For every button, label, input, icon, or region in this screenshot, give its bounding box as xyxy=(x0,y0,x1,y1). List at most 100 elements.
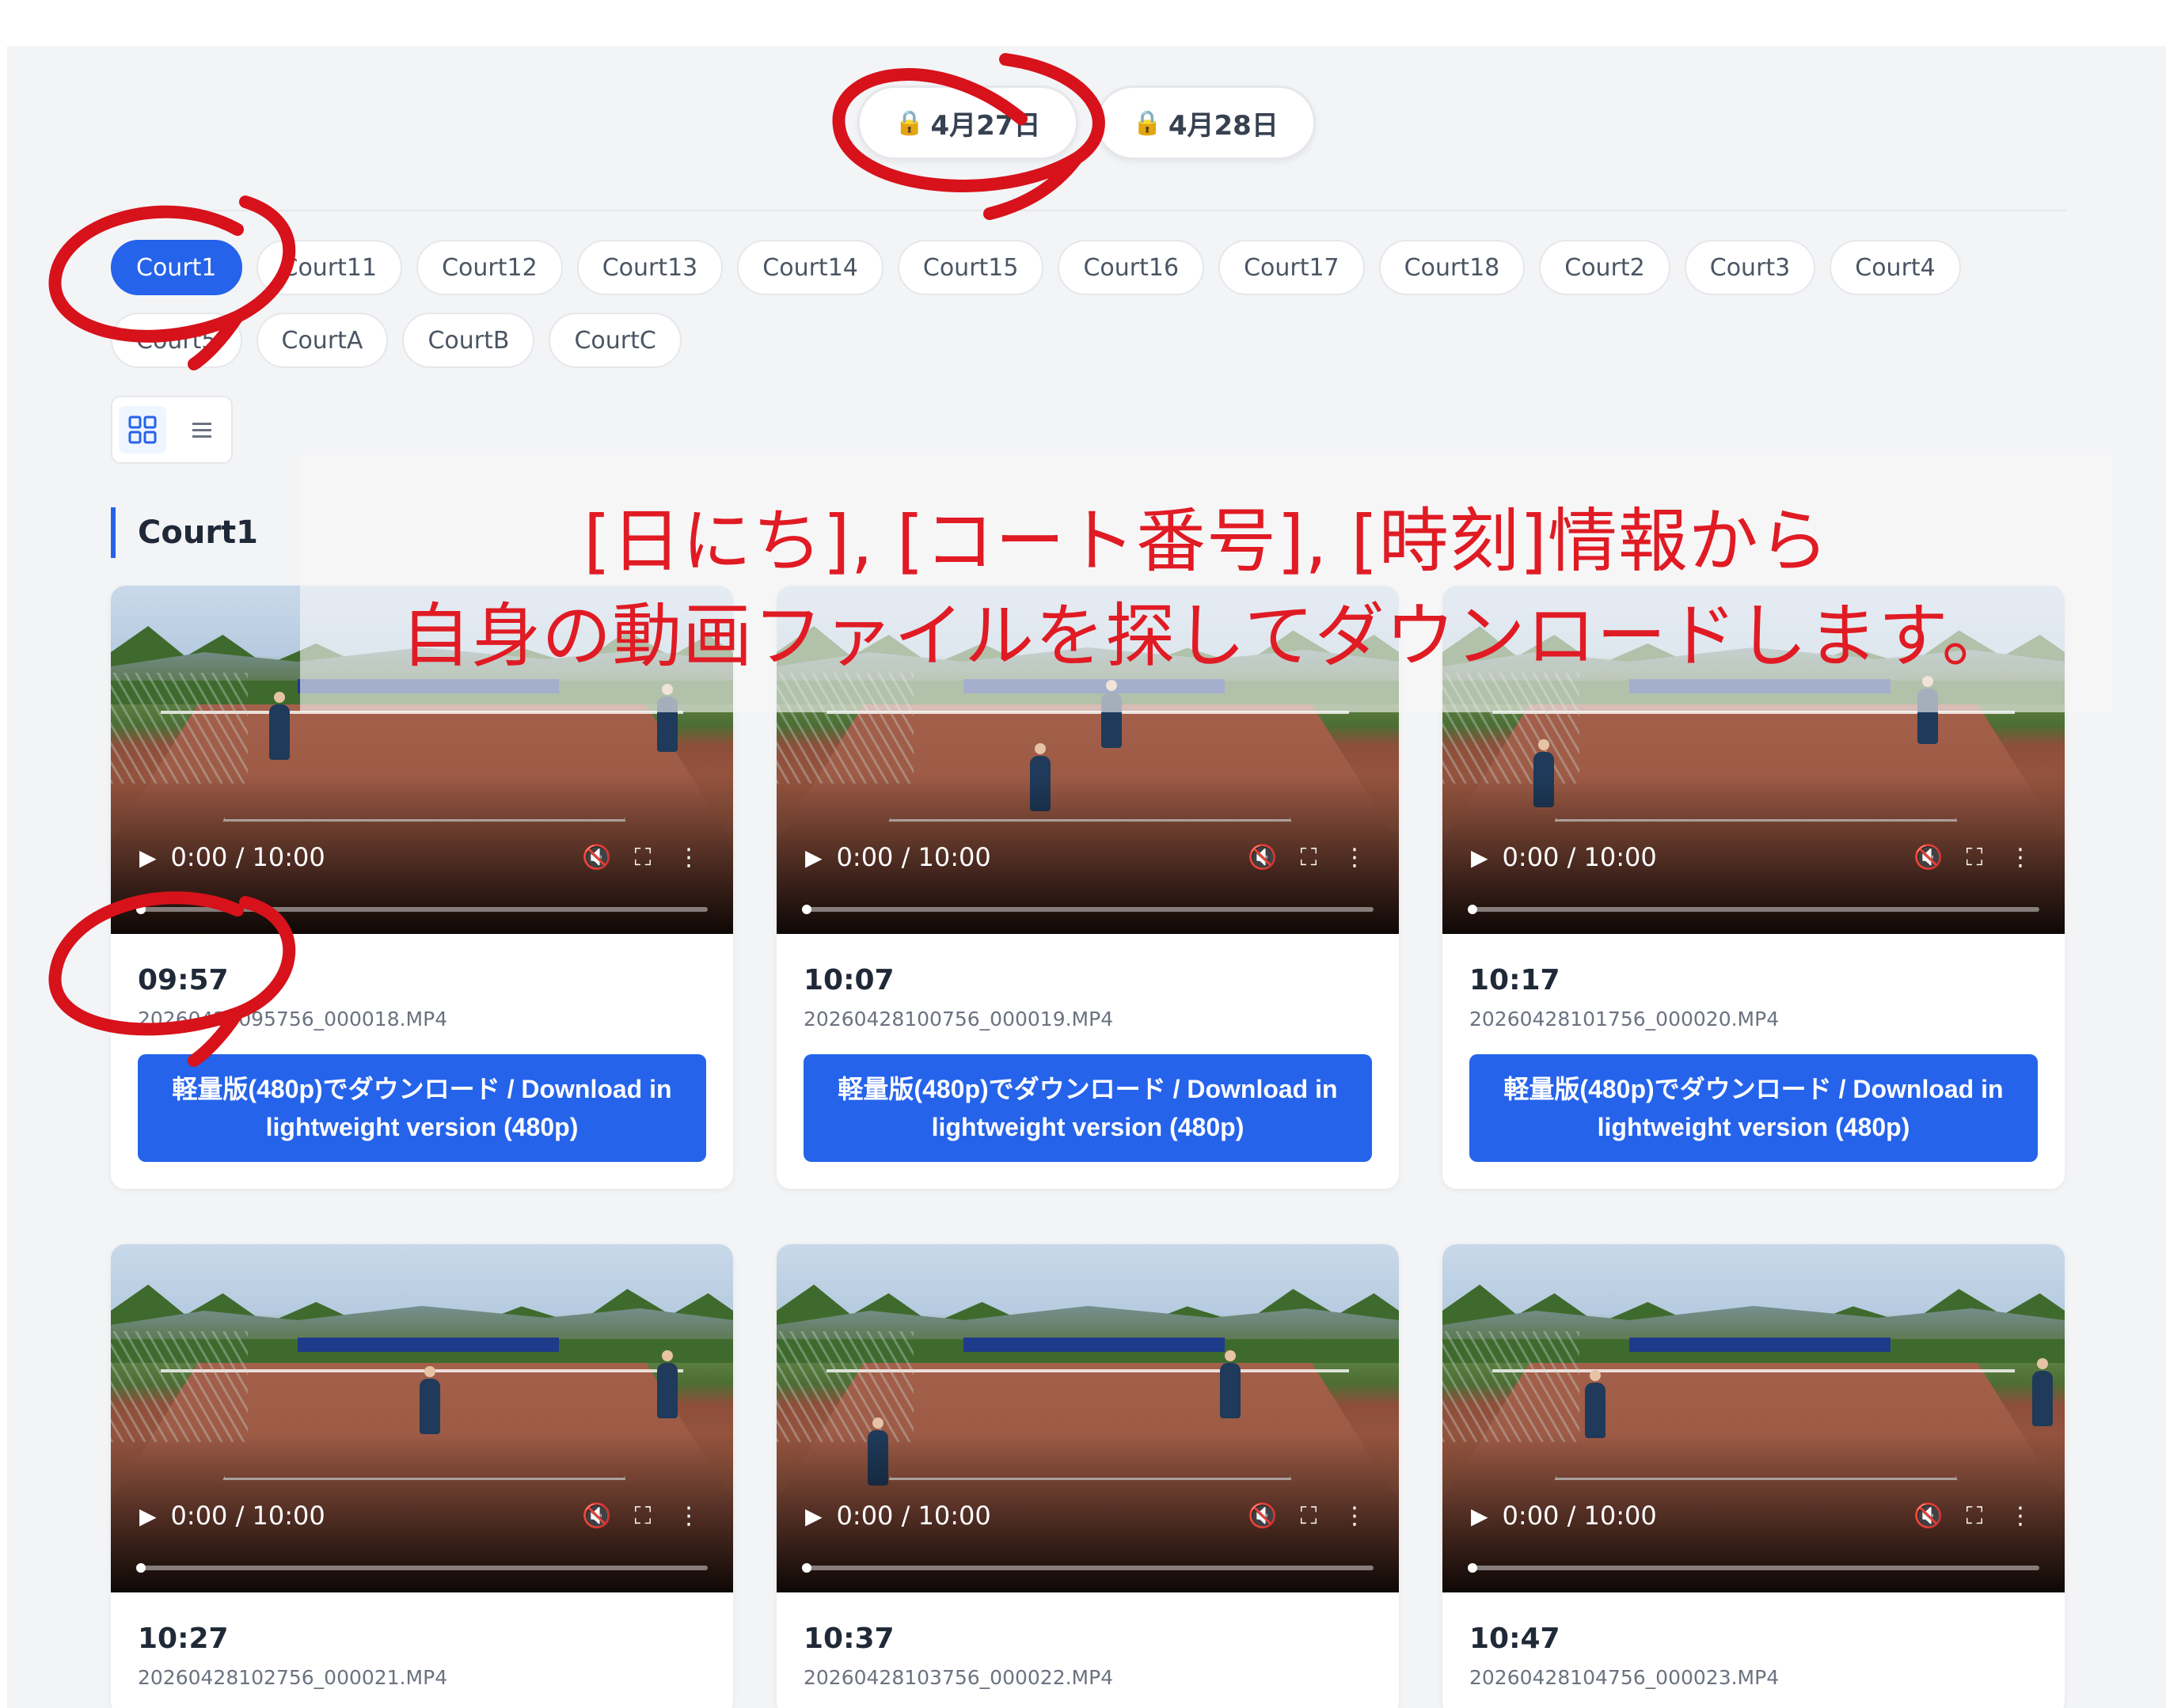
time-display: 0:00 / 10:00 xyxy=(170,842,325,872)
download-button[interactable]: 軽量版(480p)でダウンロード / Download in lightweigh… xyxy=(1469,1054,2038,1162)
download-button[interactable]: 軽量版(480p)でダウンロード / Download in lightweigh… xyxy=(138,1054,706,1162)
date-tab-label: 4月27日 xyxy=(930,109,1041,142)
download-button[interactable]: 軽量版(480p)でダウンロード / Download in lightweigh… xyxy=(804,1054,1372,1162)
video-player[interactable]: ▶ 0:00 / 10:00 🔇 ⛶ ⋮ xyxy=(111,1244,733,1592)
scene-fence xyxy=(777,1331,914,1442)
download-label-line-2: lightweight version (480p) xyxy=(931,1113,1244,1141)
mute-icon[interactable]: 🔇 xyxy=(1913,844,1944,871)
video-controls: ▶ 0:00 / 10:00 🔇 ⛶ ⋮ xyxy=(111,1490,733,1592)
video-filename: 20260428095756_000018.MP4 xyxy=(138,1008,448,1030)
court-pill-court5[interactable]: Court5 xyxy=(111,313,242,368)
player-figure xyxy=(2032,1358,2053,1426)
date-tab-0427[interactable]: 🔒 4月27日 xyxy=(857,85,1078,160)
court-pill-court17[interactable]: Court17 xyxy=(1218,240,1365,295)
court-pill-court16[interactable]: Court16 xyxy=(1058,240,1205,295)
court-pill-court18[interactable]: Court18 xyxy=(1378,240,1526,295)
video-time: 10:27 xyxy=(138,1623,229,1655)
progress-bar[interactable] xyxy=(136,1563,708,1573)
fullscreen-icon[interactable]: ⛶ xyxy=(1293,844,1324,871)
play-icon[interactable]: ▶ xyxy=(139,1503,157,1529)
date-tabs: 🔒 4月27日 🔒 4月28日 xyxy=(7,85,2166,160)
more-options-icon[interactable]: ⋮ xyxy=(2004,1502,2036,1530)
progress-handle[interactable] xyxy=(136,905,146,914)
mute-icon[interactable]: 🔇 xyxy=(1247,844,1279,871)
court-pill-courtc[interactable]: CourtC xyxy=(549,313,682,368)
video-filename: 20260428104756_000023.MP4 xyxy=(1469,1666,1780,1689)
progress-handle[interactable] xyxy=(1468,1563,1477,1573)
video-player[interactable]: ▶ 0:00 / 10:00 🔇 ⛶ ⋮ xyxy=(777,1244,1399,1592)
scene-fence xyxy=(1442,1331,1579,1442)
progress-bar[interactable] xyxy=(136,905,708,914)
download-label-line-2: lightweight version (480p) xyxy=(265,1113,579,1141)
court-pill-court13[interactable]: Court13 xyxy=(576,240,724,295)
court-pill-court12[interactable]: Court12 xyxy=(416,240,563,295)
fullscreen-icon[interactable]: ⛶ xyxy=(627,1502,659,1530)
court-pill-court4[interactable]: Court4 xyxy=(1830,240,1961,295)
play-icon[interactable]: ▶ xyxy=(805,1503,823,1529)
scene-banner xyxy=(963,1338,1225,1352)
more-options-icon[interactable]: ⋮ xyxy=(673,1502,705,1530)
court-pill-court15[interactable]: Court15 xyxy=(897,240,1044,295)
download-label-line-2: lightweight version (480p) xyxy=(1597,1113,1910,1141)
video-player[interactable]: ▶ 0:00 / 10:00 🔇 ⛶ ⋮ xyxy=(1442,1244,2065,1592)
date-tab-label: 4月28日 xyxy=(1168,109,1279,142)
court-filter: Court1 Court11 Court12 Court13 Court14 C… xyxy=(111,240,2098,368)
court-pill-courta[interactable]: CourtA xyxy=(256,313,389,368)
list-view-button[interactable] xyxy=(178,406,226,454)
more-options-icon[interactable]: ⋮ xyxy=(1339,844,1370,871)
video-time: 10:47 xyxy=(1469,1623,1560,1655)
video-time: 09:57 xyxy=(138,964,229,996)
card-body: 10:47 20260428104756_000023.MP4 xyxy=(1442,1592,2065,1708)
card-body: 10:17 20260428101756_000020.MP4 軽量版(480p… xyxy=(1442,934,2065,1189)
list-view-icon xyxy=(192,423,211,438)
court-pill-court11[interactable]: Court11 xyxy=(256,240,403,295)
mute-icon[interactable]: 🔇 xyxy=(1247,1502,1279,1530)
court-pill-courtb[interactable]: CourtB xyxy=(402,313,535,368)
mute-icon[interactable]: 🔇 xyxy=(1913,1502,1944,1530)
grid-view-button[interactable] xyxy=(118,406,166,454)
progress-handle[interactable] xyxy=(1468,905,1477,914)
fullscreen-icon[interactable]: ⛶ xyxy=(627,844,659,871)
download-label-line-1: 軽量版(480p)でダウンロード / Download in xyxy=(1503,1075,2004,1103)
progress-handle[interactable] xyxy=(136,1563,146,1573)
control-row: ▶ 0:00 / 10:00 🔇 ⛶ ⋮ xyxy=(805,1496,1370,1535)
fullscreen-icon[interactable]: ⛶ xyxy=(1959,1502,1990,1530)
play-icon[interactable]: ▶ xyxy=(1471,1503,1488,1529)
card-body: 10:37 20260428103756_000022.MP4 xyxy=(777,1592,1399,1708)
card-body: 09:57 20260428095756_000018.MP4 軽量版(480p… xyxy=(111,934,733,1189)
fullscreen-icon[interactable]: ⛶ xyxy=(1959,844,1990,871)
court-pill-court3[interactable]: Court3 xyxy=(1684,240,1816,295)
mute-icon[interactable]: 🔇 xyxy=(581,1502,613,1530)
video-filename: 20260428100756_000019.MP4 xyxy=(804,1008,1114,1030)
lock-icon: 🔒 xyxy=(1132,108,1162,137)
court-pill-court14[interactable]: Court14 xyxy=(737,240,884,295)
play-icon[interactable]: ▶ xyxy=(139,845,157,871)
more-options-icon[interactable]: ⋮ xyxy=(1339,1502,1370,1530)
download-label: 軽量版(480p)でダウンロード / Download in lightweigh… xyxy=(1503,1070,2003,1146)
more-options-icon[interactable]: ⋮ xyxy=(673,844,705,871)
progress-handle[interactable] xyxy=(802,1563,811,1573)
annotation-line-2: 自身の動画ファイルを探してダウンロードします。 xyxy=(401,595,2012,677)
play-icon[interactable]: ▶ xyxy=(805,845,823,871)
video-controls: ▶ 0:00 / 10:00 🔇 ⛶ ⋮ xyxy=(1442,1490,2065,1592)
mute-icon[interactable]: 🔇 xyxy=(581,844,613,871)
progress-bar[interactable] xyxy=(802,1563,1374,1573)
date-tab-0428[interactable]: 🔒 4月28日 xyxy=(1095,85,1316,160)
player-figure xyxy=(269,692,290,760)
play-icon[interactable]: ▶ xyxy=(1471,845,1488,871)
progress-bar[interactable] xyxy=(1468,905,2039,914)
court-pill-court2[interactable]: Court2 xyxy=(1539,240,1670,295)
page: 🔒 4月27日 🔒 4月28日 Court1 Court11 Court12 C… xyxy=(7,46,2166,1708)
download-label: 軽量版(480p)でダウンロード / Download in lightweigh… xyxy=(838,1070,1337,1146)
more-options-icon[interactable]: ⋮ xyxy=(2004,844,2036,871)
progress-handle[interactable] xyxy=(802,905,811,914)
control-row: ▶ 0:00 / 10:00 🔇 ⛶ ⋮ xyxy=(1471,837,2036,877)
control-row: ▶ 0:00 / 10:00 🔇 ⛶ ⋮ xyxy=(139,1496,705,1535)
download-label: 軽量版(480p)でダウンロード / Download in lightweigh… xyxy=(172,1070,671,1146)
video-filename: 20260428101756_000020.MP4 xyxy=(1469,1008,1780,1030)
fullscreen-icon[interactable]: ⛶ xyxy=(1293,1502,1324,1530)
progress-bar[interactable] xyxy=(802,905,1374,914)
card-body: 10:27 20260428102756_000021.MP4 xyxy=(111,1592,733,1708)
progress-bar[interactable] xyxy=(1468,1563,2039,1573)
court-pill-court1[interactable]: Court1 xyxy=(111,240,242,295)
